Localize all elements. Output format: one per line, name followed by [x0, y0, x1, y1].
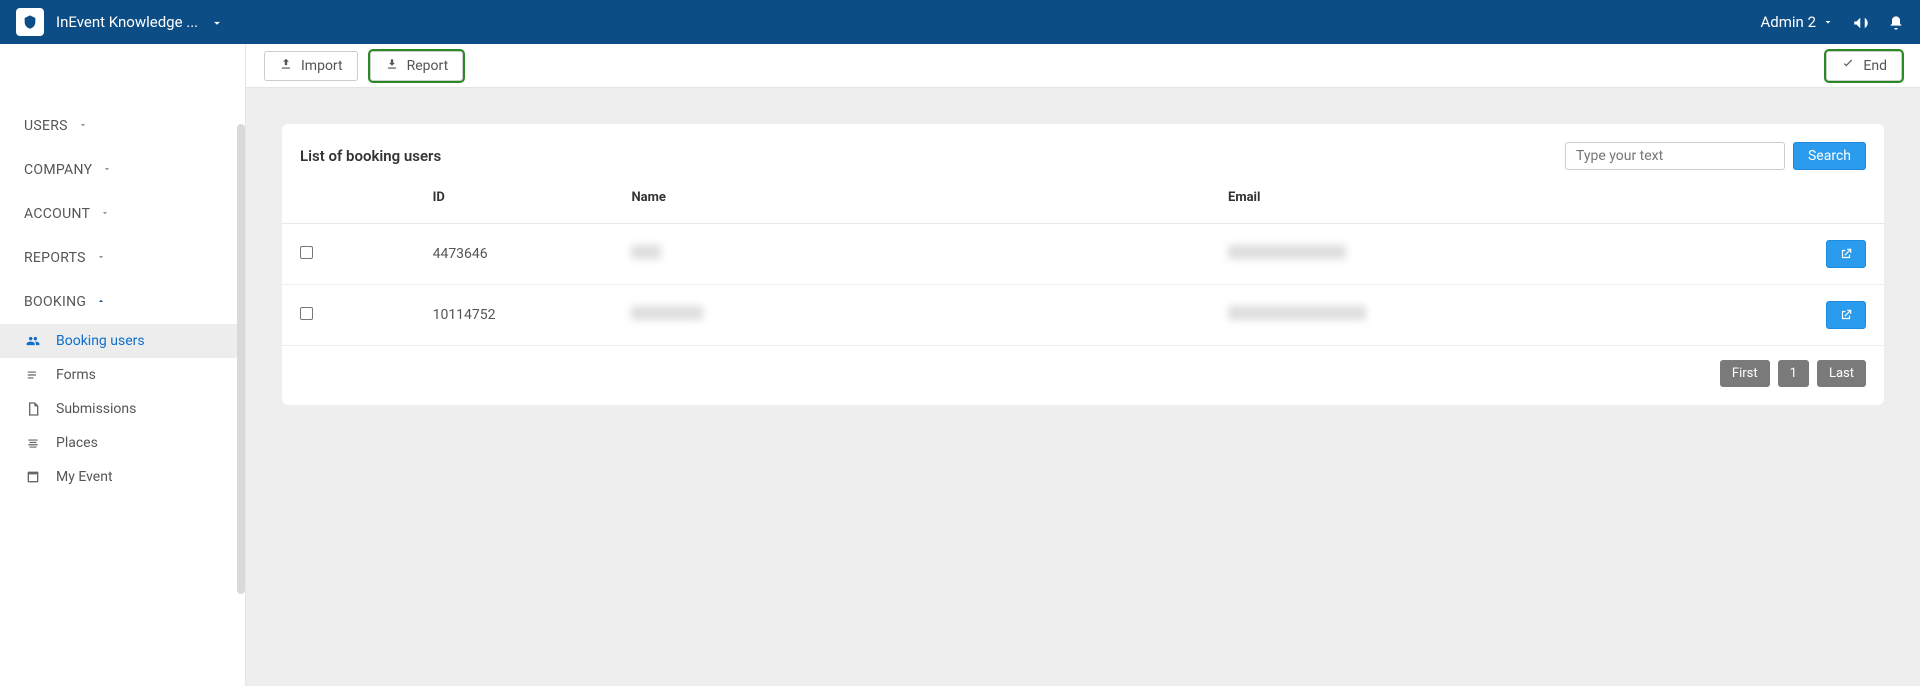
forms-icon	[24, 368, 42, 382]
import-button[interactable]: Import	[264, 51, 358, 81]
topbar-right: Admin 2	[1761, 12, 1904, 32]
sidebar-section-booking[interactable]: BOOKING	[0, 280, 245, 324]
end-label: End	[1863, 58, 1887, 74]
sidebar: USERS COMPANY ACCOUNT REPORTS BOOKING	[0, 44, 246, 686]
chevron-down-icon	[102, 164, 112, 177]
end-button[interactable]: End	[1826, 51, 1902, 81]
announce-icon[interactable]	[1852, 12, 1870, 32]
import-label: Import	[301, 58, 343, 74]
cell-name-redacted	[631, 245, 661, 259]
topbar: InEvent Knowledge ... Admin 2	[0, 0, 1920, 44]
page-last-button[interactable]: Last	[1817, 360, 1866, 387]
cell-name-redacted	[631, 306, 703, 320]
sidebar-section-reports[interactable]: REPORTS	[0, 236, 245, 280]
page-first-button[interactable]: First	[1720, 360, 1770, 387]
cell-id: 10114752	[415, 285, 614, 346]
sidebar-item-booking-users[interactable]: Booking users	[0, 324, 245, 358]
sidebar-section-account[interactable]: ACCOUNT	[0, 192, 245, 236]
topbar-left: InEvent Knowledge ...	[16, 8, 224, 36]
event-icon	[24, 469, 42, 485]
sidebar-item-label: Booking users	[56, 333, 145, 349]
open-row-button[interactable]	[1826, 240, 1866, 268]
main-area: Import Report End List of booking	[246, 44, 1920, 686]
sidebar-item-label: My Event	[56, 469, 113, 485]
sidebar-section-label: BOOKING	[24, 294, 86, 310]
table-row: 10114752	[282, 285, 1884, 346]
download-icon	[385, 57, 399, 75]
sidebar-section-company[interactable]: COMPANY	[0, 148, 245, 192]
user-label: Admin 2	[1761, 13, 1816, 31]
brand-dropdown-icon[interactable]	[210, 13, 224, 32]
sidebar-section-label: REPORTS	[24, 250, 86, 266]
sidebar-item-submissions[interactable]: Submissions	[0, 392, 245, 426]
chevron-down-icon	[96, 252, 106, 265]
table-row: 4473646	[282, 224, 1884, 285]
chevron-down-icon	[78, 120, 88, 133]
column-name: Name	[613, 180, 1210, 224]
chevron-up-icon	[96, 296, 106, 309]
sidebar-item-my-event[interactable]: My Event	[0, 460, 245, 494]
submissions-icon	[24, 401, 42, 417]
users-icon	[24, 334, 42, 348]
search-input[interactable]	[1565, 142, 1785, 170]
page-number-button[interactable]: 1	[1778, 360, 1809, 387]
brand-title: InEvent Knowledge ...	[56, 13, 198, 31]
upload-icon	[279, 57, 293, 75]
sidebar-item-places[interactable]: Places	[0, 426, 245, 460]
chevron-down-icon	[100, 208, 110, 221]
sidebar-section-label: ACCOUNT	[24, 206, 90, 222]
open-row-button[interactable]	[1826, 301, 1866, 329]
booking-users-card: List of booking users Search ID Name Ema…	[282, 124, 1884, 405]
card-title: List of booking users	[300, 147, 441, 165]
search-button[interactable]: Search	[1793, 142, 1866, 170]
column-email: Email	[1210, 180, 1785, 224]
actionbar: Import Report End	[246, 44, 1920, 88]
sidebar-section-label: COMPANY	[24, 162, 92, 178]
sidebar-scrollbar[interactable]	[237, 124, 245, 594]
users-table: ID Name Email 4473646	[282, 180, 1884, 346]
cell-id: 4473646	[415, 224, 614, 285]
sidebar-item-forms[interactable]: Forms	[0, 358, 245, 392]
cell-email-redacted	[1228, 245, 1346, 259]
cell-email-redacted	[1228, 306, 1366, 320]
row-checkbox[interactable]	[300, 246, 313, 259]
sidebar-section-label: USERS	[24, 118, 68, 134]
sidebar-section-users[interactable]: USERS	[0, 104, 245, 148]
user-menu[interactable]: Admin 2	[1761, 13, 1834, 31]
row-checkbox[interactable]	[300, 307, 313, 320]
logo-icon	[16, 8, 44, 36]
pagination: First 1 Last	[282, 346, 1884, 387]
report-label: Report	[407, 58, 449, 74]
sidebar-item-label: Submissions	[56, 401, 136, 417]
report-button[interactable]: Report	[370, 51, 464, 81]
sidebar-item-label: Places	[56, 435, 98, 451]
check-icon	[1841, 57, 1855, 75]
bell-icon[interactable]	[1888, 12, 1904, 31]
sidebar-item-label: Forms	[56, 367, 96, 383]
column-id: ID	[415, 180, 614, 224]
places-icon	[24, 436, 42, 450]
